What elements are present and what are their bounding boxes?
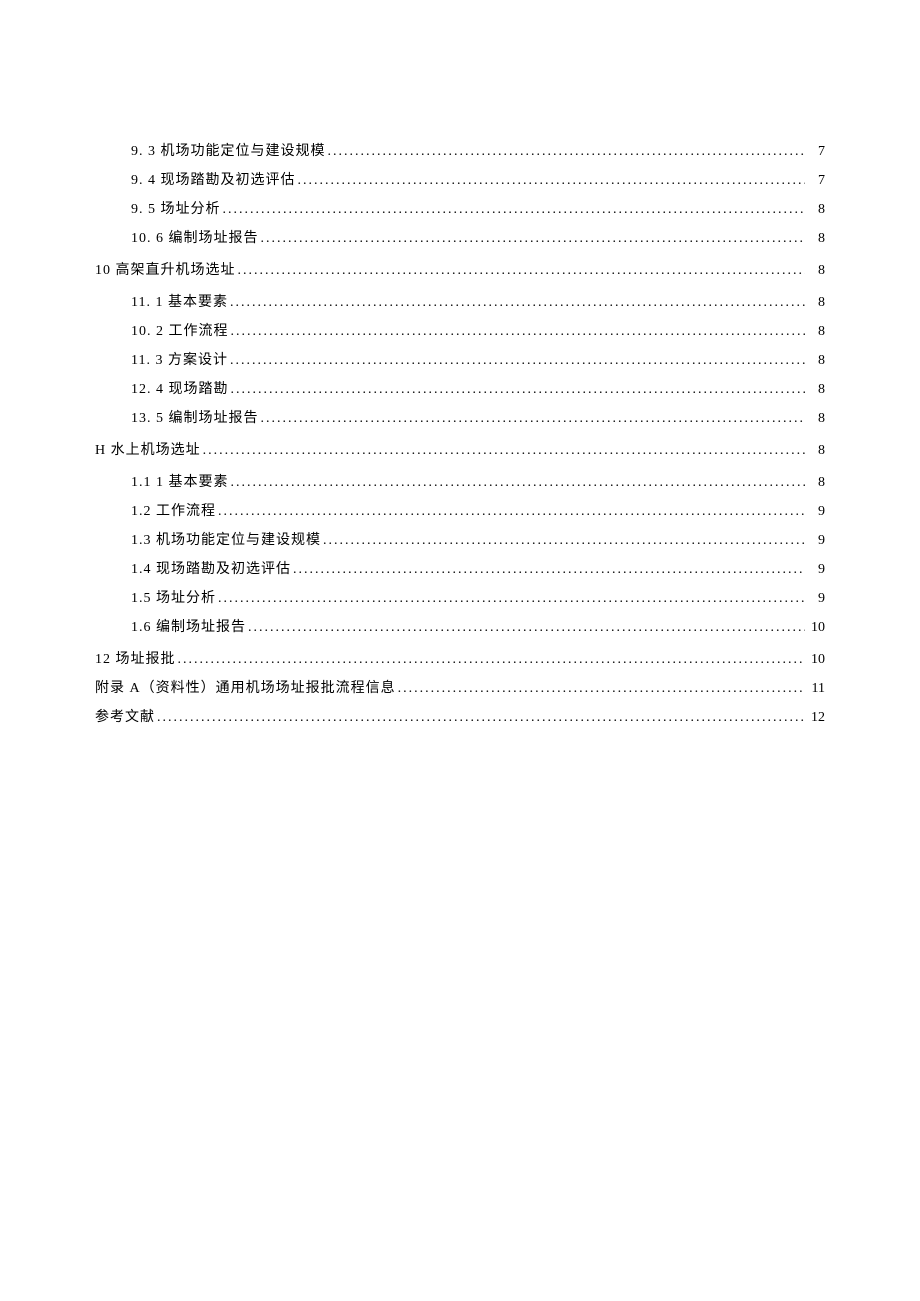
toc-entry: 10. 2 工作流程 8 — [95, 320, 825, 340]
toc-entry-page: 12 — [805, 710, 825, 726]
toc-entry-page: 8 — [805, 353, 825, 369]
toc-entry-page: 8 — [805, 295, 825, 311]
toc-leader-dots — [321, 533, 805, 549]
toc-entry: 1.5 场址分析 9 — [95, 587, 825, 607]
toc-entry-page: 8 — [805, 475, 825, 491]
toc-entry-label: 9. 4 现场踏勘及初选评估 — [131, 169, 296, 189]
toc-entry-page: 9 — [805, 533, 825, 549]
toc-entry: 10. 6 编制场址报告 8 — [95, 227, 825, 247]
toc-entry-label: 附录 A（资料性）通用机场场址报批流程信息 — [95, 677, 396, 697]
toc-entry-page: 8 — [805, 443, 825, 459]
toc-leader-dots — [201, 443, 805, 459]
toc-leader-dots — [216, 591, 805, 607]
toc-entry-page: 11 — [805, 681, 825, 697]
toc-entry-page: 8 — [805, 263, 825, 279]
toc-entry-label: 1.3 机场功能定位与建设规模 — [131, 529, 321, 549]
toc-entry-label: 1.6 编制场址报告 — [131, 616, 246, 636]
toc-leader-dots — [236, 263, 806, 279]
toc-entry: 1.2 工作流程 9 — [95, 500, 825, 520]
toc-leader-dots — [229, 382, 806, 398]
toc-entry-page: 10 — [805, 652, 825, 668]
toc-entry: 12. 4 现场踏勘 8 — [95, 378, 825, 398]
table-of-contents: 9. 3 机场功能定位与建设规模 7 9. 4 现场踏勘及初选评估 7 9. 5 场址分… — [95, 140, 825, 726]
toc-entry: 9. 4 现场踏勘及初选评估 7 — [95, 169, 825, 189]
toc-entry-page: 9 — [805, 591, 825, 607]
toc-entry: 参考文献 12 — [95, 706, 825, 726]
toc-entry: 附录 A（资料性）通用机场场址报批流程信息 11 — [95, 677, 825, 697]
toc-entry: 10 高架直升机场选址 8 — [95, 259, 825, 279]
toc-leader-dots — [326, 144, 806, 160]
toc-entry: 9. 3 机场功能定位与建设规模 7 — [95, 140, 825, 160]
toc-leader-dots — [221, 202, 806, 218]
toc-entry-label: 12. 4 现场踏勘 — [131, 378, 229, 398]
toc-entry-label: 11. 1 基本要素 — [131, 291, 228, 311]
toc-leader-dots — [291, 562, 805, 578]
toc-entry-page: 8 — [805, 231, 825, 247]
toc-entry-label: 10. 2 工作流程 — [131, 320, 229, 340]
toc-leader-dots — [216, 504, 805, 520]
toc-entry-label: 参考文献 — [95, 706, 155, 726]
toc-entry-page: 7 — [805, 173, 825, 189]
toc-leader-dots — [259, 411, 806, 427]
toc-leader-dots — [176, 652, 806, 668]
toc-entry: 1.3 机场功能定位与建设规模 9 — [95, 529, 825, 549]
toc-leader-dots — [259, 231, 806, 247]
toc-entry-label: 13. 5 编制场址报告 — [131, 407, 259, 427]
toc-leader-dots — [229, 475, 806, 491]
toc-entry: 1.1 1 基本要素 8 — [95, 471, 825, 491]
toc-entry-label: 9. 5 场址分析 — [131, 198, 221, 218]
toc-entry-label: 10. 6 编制场址报告 — [131, 227, 259, 247]
toc-entry: 9. 5 场址分析 8 — [95, 198, 825, 218]
toc-leader-dots — [155, 710, 805, 726]
toc-entry-page: 8 — [805, 202, 825, 218]
toc-entry-page: 8 — [805, 382, 825, 398]
toc-entry-label: 10 高架直升机场选址 — [95, 259, 236, 279]
toc-entry: 1.4 现场踏勘及初选评估 9 — [95, 558, 825, 578]
toc-entry: 11. 1 基本要素 8 — [95, 291, 825, 311]
toc-entry: H 水上机场选址 8 — [95, 439, 825, 459]
toc-entry-label: H 水上机场选址 — [95, 439, 201, 459]
toc-leader-dots — [228, 353, 805, 369]
toc-entry-page: 10 — [805, 620, 825, 636]
toc-entry-page: 8 — [805, 411, 825, 427]
toc-entry-label: 9. 3 机场功能定位与建设规模 — [131, 140, 326, 160]
toc-entry: 13. 5 编制场址报告 8 — [95, 407, 825, 427]
toc-entry-label: 1.4 现场踏勘及初选评估 — [131, 558, 291, 578]
toc-entry: 12 场址报批 10 — [95, 648, 825, 668]
toc-entry-label: 1.2 工作流程 — [131, 500, 216, 520]
toc-leader-dots — [296, 173, 806, 189]
toc-entry-label: 11. 3 方案设计 — [131, 349, 228, 369]
toc-entry: 11. 3 方案设计 8 — [95, 349, 825, 369]
toc-leader-dots — [396, 681, 805, 697]
toc-entry-page: 7 — [805, 144, 825, 160]
toc-entry-page: 9 — [805, 562, 825, 578]
toc-leader-dots — [229, 324, 806, 340]
toc-entry: 1.6 编制场址报告 10 — [95, 616, 825, 636]
toc-leader-dots — [246, 620, 805, 636]
toc-entry-page: 8 — [805, 324, 825, 340]
toc-entry-page: 9 — [805, 504, 825, 520]
toc-entry-label: 12 场址报批 — [95, 648, 176, 668]
toc-leader-dots — [228, 295, 805, 311]
toc-entry-label: 1.5 场址分析 — [131, 587, 216, 607]
toc-entry-label: 1.1 1 基本要素 — [131, 471, 229, 491]
